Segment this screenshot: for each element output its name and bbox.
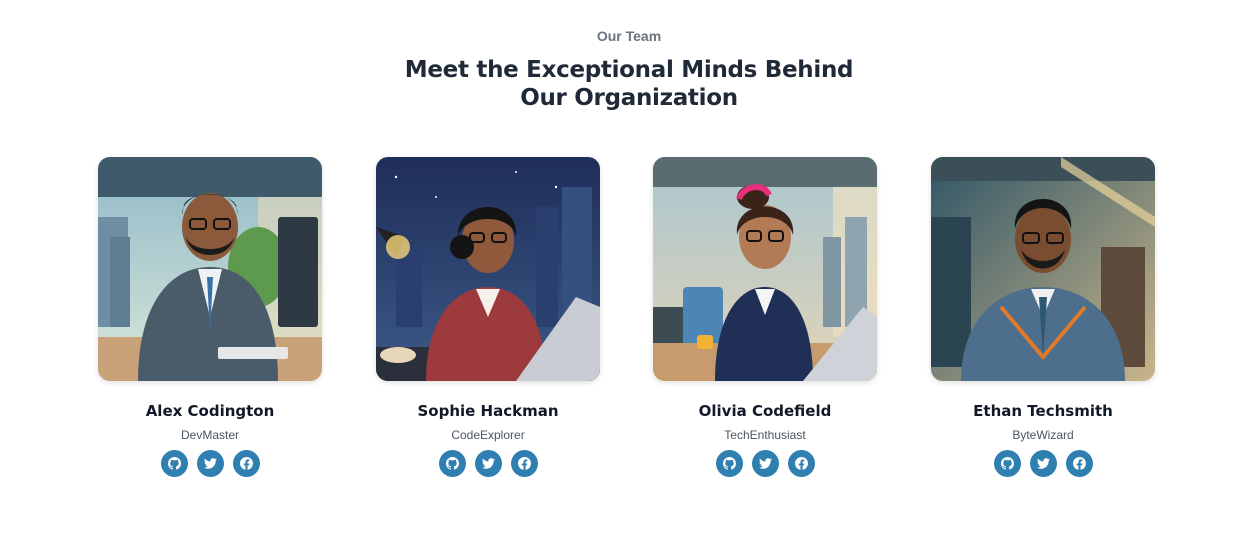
member-role: CodeExplorer bbox=[451, 428, 525, 442]
team-section: Our Team Meet the Exceptional Minds Behi… bbox=[0, 0, 1258, 552]
team-card: Alex Codington DevMaster bbox=[98, 157, 322, 477]
twitter-icon bbox=[1036, 458, 1050, 469]
facebook-icon bbox=[517, 457, 531, 470]
facebook-link[interactable] bbox=[232, 450, 260, 477]
github-icon bbox=[722, 457, 736, 470]
social-links bbox=[376, 450, 600, 477]
team-card: Olivia Codefield TechEnthusiast bbox=[653, 157, 877, 477]
member-role: TechEnthusiast bbox=[724, 428, 806, 442]
twitter-icon bbox=[758, 458, 772, 469]
facebook-link[interactable] bbox=[787, 450, 815, 477]
twitter-icon bbox=[481, 458, 495, 469]
github-icon bbox=[1000, 457, 1014, 470]
social-links bbox=[653, 450, 877, 477]
social-links bbox=[98, 450, 322, 477]
twitter-link[interactable] bbox=[474, 450, 502, 477]
github-icon bbox=[167, 457, 181, 470]
member-photo bbox=[653, 157, 877, 381]
team-card: Ethan Techsmith ByteWizard bbox=[931, 157, 1155, 477]
facebook-link[interactable] bbox=[1065, 450, 1093, 477]
github-icon bbox=[445, 457, 459, 470]
social-links bbox=[931, 450, 1155, 477]
member-photo bbox=[376, 157, 600, 381]
member-name: Alex Codington bbox=[145, 402, 275, 420]
github-link[interactable] bbox=[715, 450, 743, 477]
member-photo bbox=[931, 157, 1155, 381]
member-name: Olivia Codefield bbox=[698, 402, 832, 420]
twitter-link[interactable] bbox=[751, 450, 779, 477]
twitter-link[interactable] bbox=[1029, 450, 1057, 477]
section-eyebrow: Our Team bbox=[596, 28, 662, 44]
team-grid: Alex Codington DevMaster Sophie Hackman … bbox=[98, 157, 1155, 487]
member-role: ByteWizard bbox=[1012, 428, 1074, 442]
github-link[interactable] bbox=[160, 450, 188, 477]
facebook-link[interactable] bbox=[510, 450, 538, 477]
twitter-link[interactable] bbox=[196, 450, 224, 477]
member-name: Ethan Techsmith bbox=[973, 402, 1113, 420]
twitter-icon bbox=[203, 458, 217, 469]
github-link[interactable] bbox=[993, 450, 1021, 477]
facebook-icon bbox=[1072, 457, 1086, 470]
facebook-icon bbox=[239, 457, 253, 470]
facebook-icon bbox=[794, 457, 808, 470]
member-role: DevMaster bbox=[180, 428, 239, 442]
section-title: Meet the Exceptional Minds Behind Our Or… bbox=[404, 57, 854, 111]
member-name: Sophie Hackman bbox=[417, 402, 559, 420]
member-photo bbox=[98, 157, 322, 381]
github-link[interactable] bbox=[438, 450, 466, 477]
team-card: Sophie Hackman CodeExplorer bbox=[376, 157, 600, 477]
